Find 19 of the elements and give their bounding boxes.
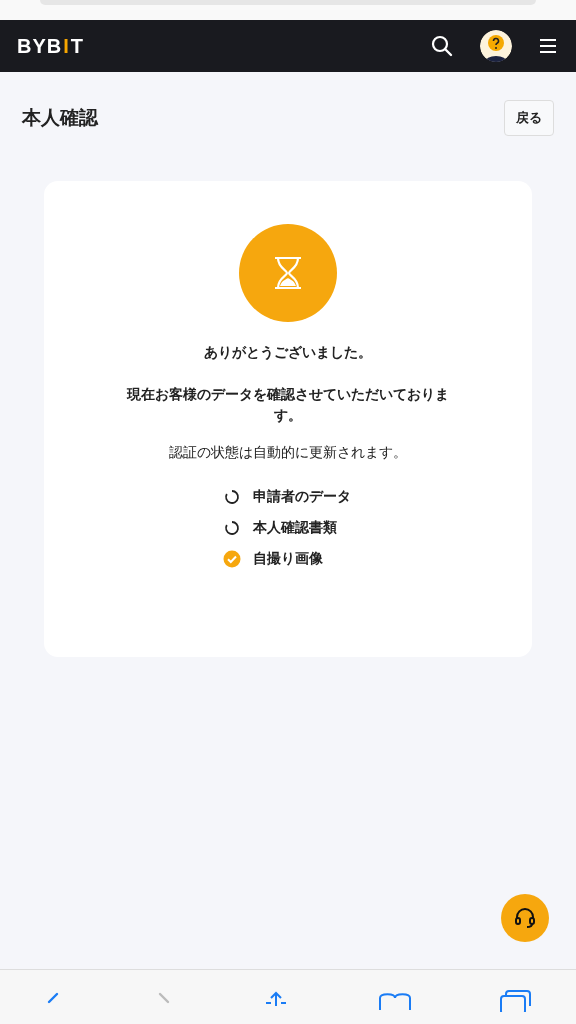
step-label: 自撮り画像 <box>253 550 323 568</box>
back-button[interactable]: 戻る <box>504 100 554 136</box>
hourglass-icon <box>239 224 337 322</box>
logo-accent: I <box>63 34 70 58</box>
logo-text: BYB <box>17 34 63 58</box>
headset-icon <box>512 905 538 931</box>
menu-icon[interactable] <box>538 37 558 55</box>
logo-text: T <box>70 34 84 58</box>
bookmarks-icon[interactable] <box>377 990 412 1012</box>
message-text: 現在お客様のデータを確認させていただいております。 <box>125 385 450 425</box>
page-title: 本人確認 <box>22 105 98 130</box>
search-icon[interactable] <box>430 34 454 58</box>
step-label: 本人確認書類 <box>253 519 337 537</box>
note-text: 認証の状態は自動的に更新されます。 <box>169 444 407 462</box>
step-label: 申請者のデータ <box>253 488 351 506</box>
tabs-icon[interactable] <box>498 990 533 1012</box>
support-button[interactable] <box>501 894 549 942</box>
thank-you-text: ありがとうございました。 <box>204 344 372 362</box>
avatar-icon[interactable] <box>480 30 512 62</box>
